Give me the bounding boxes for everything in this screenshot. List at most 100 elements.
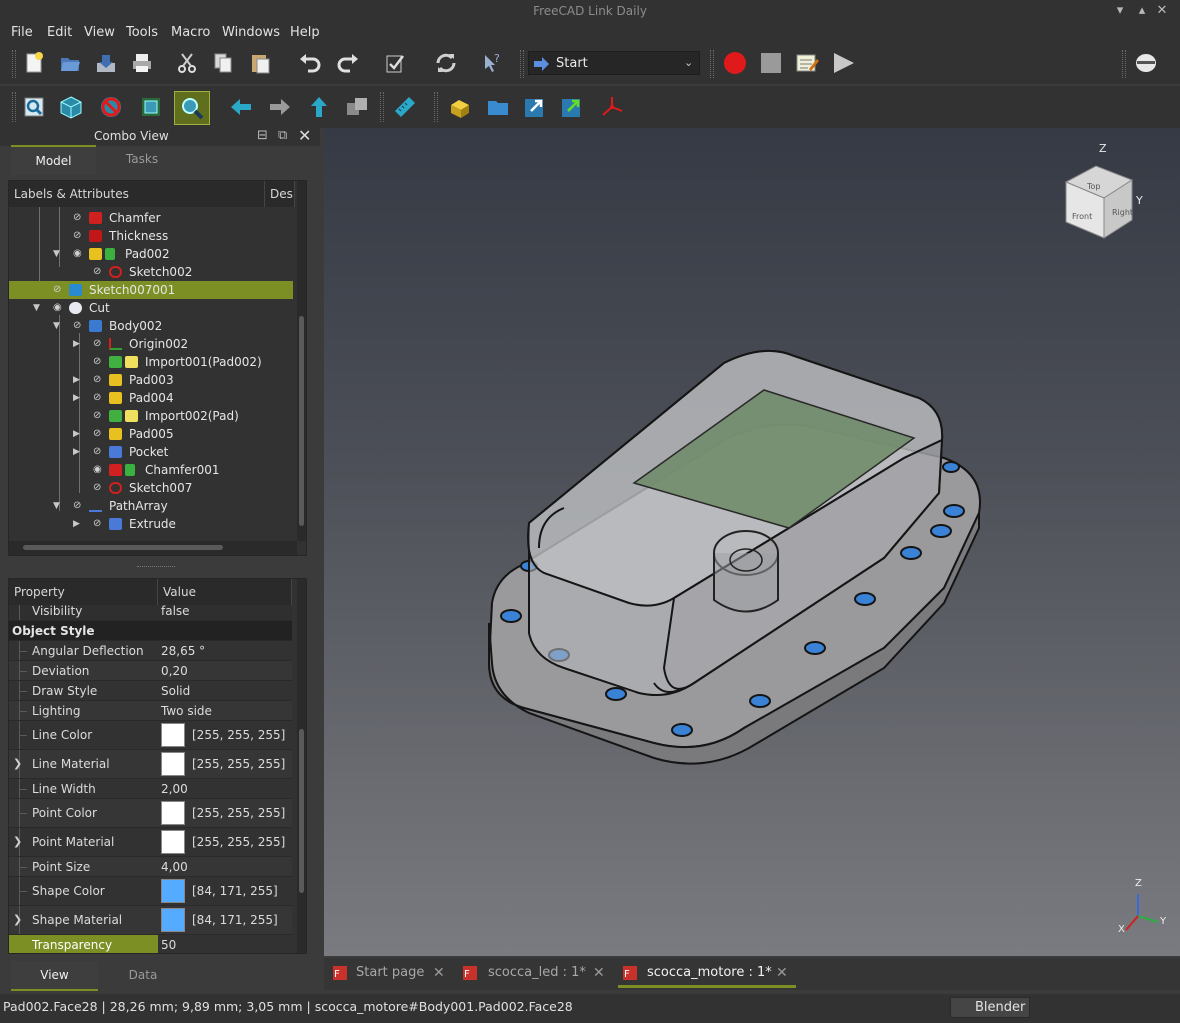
hidden-eye-icon[interactable]: ⊘ xyxy=(73,230,85,242)
visible-eye-icon[interactable]: ◉ xyxy=(53,302,65,314)
menu-edit[interactable]: Edit xyxy=(47,25,72,40)
color-swatch[interactable] xyxy=(161,830,185,854)
menu-help[interactable]: Help xyxy=(290,25,320,40)
tab-tasks[interactable]: Tasks xyxy=(96,145,188,175)
scroll-thumb[interactable] xyxy=(299,729,304,893)
fit-selection-button[interactable] xyxy=(174,91,210,125)
prop-row[interactable]: Point Color [255, 255, 255] xyxy=(9,799,292,828)
new-file-icon[interactable] xyxy=(19,48,49,78)
back-icon[interactable] xyxy=(226,92,256,122)
toolbar-grip[interactable] xyxy=(12,50,16,78)
menu-file[interactable]: File xyxy=(11,25,33,40)
group-icon[interactable] xyxy=(483,92,513,122)
nav-right-label[interactable]: Right xyxy=(1112,208,1133,217)
hidden-eye-icon[interactable]: ⊘ xyxy=(93,356,105,368)
nav-cube-faces[interactable] xyxy=(1060,154,1140,254)
navigation-style-button[interactable]: Blender xyxy=(950,997,1030,1018)
close-tab-icon[interactable]: ✕ xyxy=(593,958,605,988)
menu-tools[interactable]: Tools xyxy=(126,25,158,40)
toolbar-grip[interactable] xyxy=(434,92,438,122)
visible-eye-icon[interactable]: ◉ xyxy=(93,464,105,476)
tree-item[interactable]: ▶ ⊘ Pocket xyxy=(9,443,293,461)
expand-arrow-icon[interactable]: ❯ xyxy=(13,835,22,848)
model-render[interactable] xyxy=(324,128,1180,956)
toolbar-grip[interactable] xyxy=(520,50,524,78)
tree-item-selected[interactable]: ⊘ Sketch007001 xyxy=(9,281,293,299)
hidden-eye-icon[interactable]: ⊘ xyxy=(53,284,65,296)
tab-model[interactable]: Model xyxy=(11,145,96,175)
prop-row-selected[interactable]: Transparency 50 xyxy=(9,935,292,953)
navigation-cube[interactable]: Z Y Top Front Right xyxy=(1060,142,1150,242)
collapse-arrow-icon[interactable]: ▶ xyxy=(73,371,83,389)
prop-group-header[interactable]: Object Style xyxy=(9,621,292,641)
hidden-eye-icon[interactable]: ⊘ xyxy=(93,392,105,404)
close-tab-icon[interactable]: ✕ xyxy=(776,958,788,988)
bounding-box-icon[interactable] xyxy=(136,92,166,122)
scroll-thumb[interactable] xyxy=(299,316,304,526)
tree-item[interactable]: ◉ Chamfer001 xyxy=(9,461,293,479)
prop-row[interactable]: Line Width 2,00 xyxy=(9,779,292,799)
tree-header-labels[interactable]: Labels & Attributes xyxy=(9,181,265,207)
link-icon[interactable] xyxy=(520,92,550,122)
forward-icon[interactable] xyxy=(265,92,295,122)
tree-item[interactable]: ▶ ⊘ Pad004 xyxy=(9,389,293,407)
maximize-icon[interactable]: ▴ xyxy=(1134,3,1150,19)
3d-viewport[interactable]: Z Y Top Front Right Z Y X xyxy=(324,128,1180,956)
tree-item[interactable]: ⊘ Import001(Pad002) xyxy=(9,353,293,371)
minimize-icon[interactable]: ▾ xyxy=(1112,3,1128,19)
prop-row[interactable]: Line Color [255, 255, 255] xyxy=(9,721,292,750)
toolbar-grip[interactable] xyxy=(710,50,714,78)
tree-item[interactable]: ⊘ Thickness xyxy=(9,227,293,245)
macro-run-icon[interactable] xyxy=(828,48,858,78)
menu-windows[interactable]: Windows xyxy=(222,25,280,40)
expand-arrow-icon[interactable]: ❯ xyxy=(13,757,22,770)
prop-row[interactable]: Draw Style Solid xyxy=(9,681,292,701)
doc-tab-scocca-led[interactable]: F scocca_led : 1* ✕ xyxy=(460,958,610,988)
open-file-icon[interactable] xyxy=(55,48,85,78)
expand-arrow-icon[interactable]: ▼ xyxy=(53,317,63,335)
toolbar-grip[interactable] xyxy=(12,92,16,122)
prop-row[interactable]: ❯ Point Material [255, 255, 255] xyxy=(9,828,292,857)
tree-vertical-scrollbar[interactable] xyxy=(297,181,306,541)
prop-row[interactable]: ❯ Shape Material [84, 171, 255] xyxy=(9,906,292,935)
tree-item[interactable]: ▶ ⊘ Pad005 xyxy=(9,425,293,443)
expand-arrow-icon[interactable]: ❯ xyxy=(13,913,22,926)
tree-item[interactable]: ⊘ Chamfer xyxy=(9,209,293,227)
nav-top-label[interactable]: Top xyxy=(1087,182,1101,191)
tree-item[interactable]: ▼ ⊘ Body002 xyxy=(9,317,293,335)
macro-stop-icon[interactable] xyxy=(756,48,786,78)
expand-arrow-icon[interactable]: ▼ xyxy=(33,299,43,317)
axonometric-icon[interactable] xyxy=(56,92,86,122)
scroll-thumb[interactable] xyxy=(23,545,223,550)
prop-row[interactable]: Shape Color [84, 171, 255] xyxy=(9,877,292,906)
coordinate-icon[interactable] xyxy=(597,92,627,122)
tree-item[interactable]: ▶ ⊘ Extrude xyxy=(9,515,293,533)
tree-header-description[interactable]: Des xyxy=(265,181,295,207)
prop-row[interactable]: Visibility false xyxy=(9,604,292,621)
tree-item[interactable]: ▶ ⊘ Origin002 xyxy=(9,335,293,353)
hidden-eye-icon[interactable]: ⊘ xyxy=(93,482,105,494)
nav-front-label[interactable]: Front xyxy=(1072,212,1092,221)
menu-macro[interactable]: Macro xyxy=(171,25,210,40)
prop-header-property[interactable]: Property xyxy=(9,579,158,605)
hidden-eye-icon[interactable]: ⊘ xyxy=(93,266,105,278)
doc-tab-start[interactable]: F Start page ✕ xyxy=(330,958,455,988)
print-icon[interactable] xyxy=(127,48,157,78)
prop-vertical-scrollbar[interactable] xyxy=(297,579,306,953)
close-tab-icon[interactable]: ✕ xyxy=(433,958,445,988)
tree-item[interactable]: ▼ ◉ Pad002 xyxy=(9,245,293,263)
close-icon[interactable]: ✕ xyxy=(1154,3,1170,19)
visible-eye-icon[interactable]: ◉ xyxy=(73,248,85,260)
whats-this-icon[interactable]: ? xyxy=(476,48,506,78)
undock-icon[interactable]: ⧉ xyxy=(278,128,287,143)
collapse-arrow-icon[interactable]: ▶ xyxy=(73,443,83,461)
tree-item[interactable]: ▼ ◉ Cut xyxy=(9,299,293,317)
up-icon[interactable] xyxy=(304,92,334,122)
fit-all-icon[interactable] xyxy=(19,92,49,122)
prop-row[interactable]: ❯ Line Material [255, 255, 255] xyxy=(9,750,292,779)
box-selection-icon[interactable] xyxy=(342,92,372,122)
color-swatch[interactable] xyxy=(161,879,185,903)
hidden-eye-icon[interactable]: ⊘ xyxy=(93,428,105,440)
hidden-eye-icon[interactable]: ⊘ xyxy=(73,320,85,332)
macro-record-icon[interactable] xyxy=(720,48,750,78)
